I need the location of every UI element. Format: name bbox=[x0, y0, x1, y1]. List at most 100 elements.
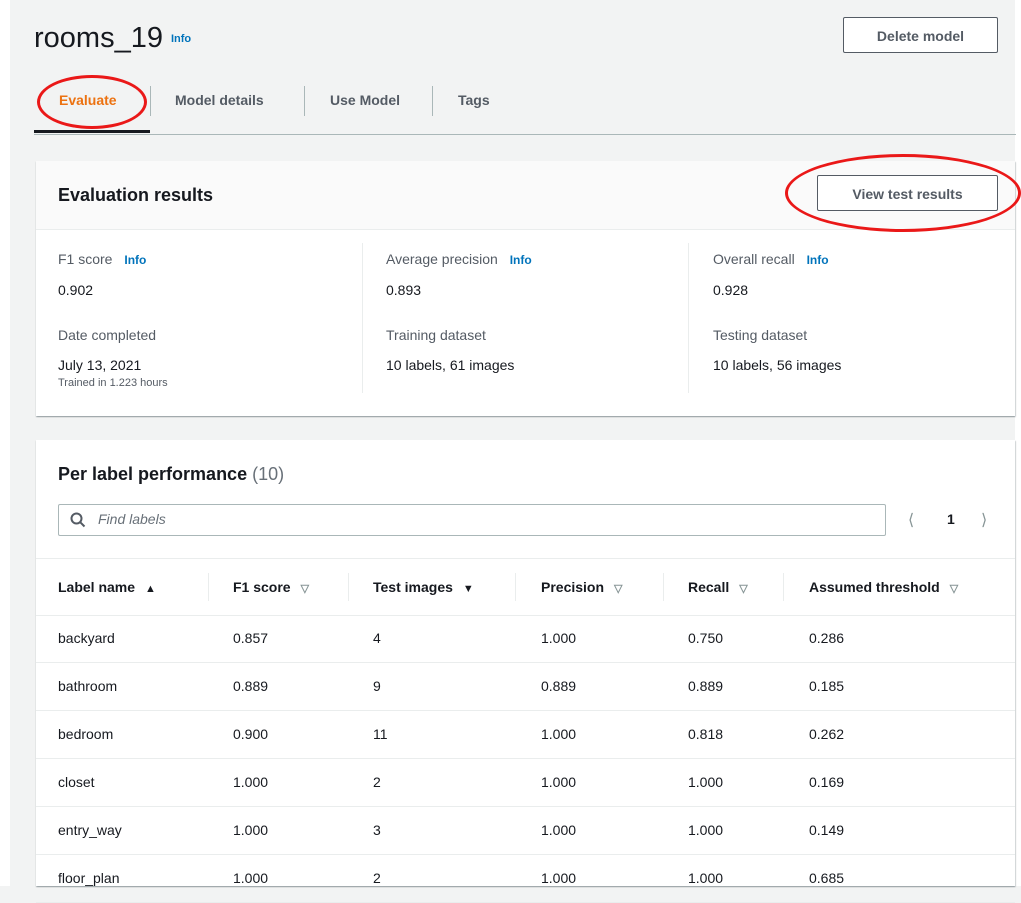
tab-divider bbox=[432, 86, 433, 116]
column-divider bbox=[688, 243, 689, 393]
overall-recall-label: Overall recall Info bbox=[713, 251, 829, 267]
cell-assumed-threshold: 0.286 bbox=[809, 630, 845, 646]
previous-page-icon[interactable]: ⟨ bbox=[908, 510, 914, 530]
sort-descending-icon: ▼ bbox=[462, 583, 474, 595]
column-divider bbox=[783, 573, 784, 601]
tab-bar: Evaluate Model details Use Model Tags bbox=[34, 80, 1016, 135]
table-row: closet 1.000 2 1.000 1.000 0.169 bbox=[36, 759, 1015, 807]
cell-precision: 1.000 bbox=[541, 630, 577, 646]
per-label-performance-title: Per label performance (10) bbox=[58, 464, 284, 485]
tab-evaluate[interactable]: Evaluate bbox=[59, 80, 117, 124]
cell-f1-score: 0.900 bbox=[233, 726, 269, 742]
column-label-name[interactable]: Label name ▲ bbox=[58, 579, 156, 595]
testing-dataset-value: 10 labels, 56 images bbox=[713, 357, 842, 373]
cell-assumed-threshold: 0.149 bbox=[809, 822, 845, 838]
cell-test-images: 4 bbox=[373, 630, 381, 646]
average-precision-info-link[interactable]: Info bbox=[510, 253, 532, 267]
sort-icon: ▽ bbox=[300, 583, 310, 595]
testing-dataset-label: Testing dataset bbox=[713, 327, 808, 343]
column-label-name-text: Label name bbox=[58, 579, 136, 595]
find-labels-search[interactable]: Find labels bbox=[58, 504, 886, 536]
table-row: bedroom 0.900 11 1.000 0.818 0.262 bbox=[36, 711, 1015, 759]
average-precision-label-text: Average precision bbox=[386, 251, 498, 267]
column-precision[interactable]: Precision ▽ bbox=[541, 579, 623, 595]
tab-tags[interactable]: Tags bbox=[458, 80, 490, 124]
column-recall[interactable]: Recall ▽ bbox=[688, 579, 748, 595]
cell-precision: 0.889 bbox=[541, 678, 577, 694]
cell-precision: 1.000 bbox=[541, 822, 577, 838]
overall-recall-value: 0.928 bbox=[713, 282, 749, 298]
column-precision-text: Precision bbox=[541, 579, 605, 595]
column-test-images-text: Test images bbox=[373, 579, 453, 595]
cell-label-name: closet bbox=[58, 774, 95, 790]
cell-test-images: 2 bbox=[373, 774, 381, 790]
evaluation-results-title: Evaluation results bbox=[58, 185, 214, 205]
cell-f1-score: 0.889 bbox=[233, 678, 269, 694]
column-divider bbox=[348, 573, 349, 601]
cell-f1-score: 0.857 bbox=[233, 630, 269, 646]
cell-f1-score: 1.000 bbox=[233, 870, 269, 886]
view-test-results-button[interactable]: View test results bbox=[817, 175, 998, 211]
cell-recall: 1.000 bbox=[688, 822, 724, 838]
page-title: rooms_19 Info bbox=[34, 22, 191, 55]
cell-f1-score: 1.000 bbox=[233, 774, 269, 790]
f1-score-value: 0.902 bbox=[58, 282, 94, 298]
table-row: floor_plan 1.000 2 1.000 1.000 0.685 bbox=[36, 855, 1015, 903]
column-divider bbox=[515, 573, 516, 601]
search-placeholder: Find labels bbox=[98, 511, 166, 527]
table-row: backyard 0.857 4 1.000 0.750 0.286 bbox=[36, 615, 1015, 663]
cell-test-images: 11 bbox=[373, 726, 388, 742]
tab-divider bbox=[150, 86, 151, 116]
cell-precision: 1.000 bbox=[541, 870, 577, 886]
cell-recall: 1.000 bbox=[688, 870, 724, 886]
cell-test-images: 2 bbox=[373, 870, 381, 886]
date-completed-value: July 13, 2021 bbox=[58, 357, 142, 373]
cell-recall: 0.889 bbox=[688, 678, 724, 694]
tab-model-details[interactable]: Model details bbox=[175, 80, 264, 124]
f1-score-info-link[interactable]: Info bbox=[124, 253, 146, 267]
cell-label-name: floor_plan bbox=[58, 870, 120, 886]
cell-recall: 1.000 bbox=[688, 774, 724, 790]
column-assumed-threshold[interactable]: Assumed threshold ▽ bbox=[809, 579, 958, 595]
training-dataset-value: 10 labels, 61 images bbox=[386, 357, 515, 373]
column-f1-score[interactable]: F1 score ▽ bbox=[233, 579, 309, 595]
training-duration: Trained in 1.223 hours bbox=[58, 377, 168, 389]
column-divider bbox=[362, 243, 363, 393]
cell-test-images: 9 bbox=[373, 678, 381, 694]
cell-label-name: bathroom bbox=[58, 678, 118, 694]
title-info-link[interactable]: Info bbox=[171, 33, 191, 45]
cell-assumed-threshold: 0.685 bbox=[809, 870, 845, 886]
sort-icon: ▽ bbox=[739, 583, 748, 595]
cell-precision: 1.000 bbox=[541, 726, 577, 742]
column-f1-score-text: F1 score bbox=[233, 579, 291, 595]
column-recall-text: Recall bbox=[688, 579, 730, 595]
label-count: (10) bbox=[252, 464, 285, 484]
delete-model-button[interactable]: Delete model bbox=[843, 17, 998, 53]
cell-recall: 0.750 bbox=[688, 630, 724, 646]
date-completed-label: Date completed bbox=[58, 327, 157, 343]
f1-score-label-text: F1 score bbox=[58, 251, 113, 267]
evaluation-results-card: Evaluation results View test results F1 … bbox=[36, 161, 1015, 416]
cell-label-name: bedroom bbox=[58, 726, 114, 742]
table-row: entry_way 1.000 3 1.000 1.000 0.149 bbox=[36, 807, 1015, 855]
cell-assumed-threshold: 0.185 bbox=[809, 678, 845, 694]
left-margin bbox=[0, 0, 10, 886]
average-precision-value: 0.893 bbox=[386, 282, 422, 298]
sort-icon: ▽ bbox=[614, 583, 623, 595]
table-row: bathroom 0.889 9 0.889 0.889 0.185 bbox=[36, 663, 1015, 711]
current-page-number[interactable]: 1 bbox=[947, 511, 955, 527]
next-page-icon[interactable]: ⟩ bbox=[981, 510, 987, 530]
tab-use-model[interactable]: Use Model bbox=[330, 80, 400, 124]
cell-label-name: entry_way bbox=[58, 822, 122, 838]
column-test-images[interactable]: Test images ▼ bbox=[373, 579, 474, 595]
cell-test-images: 3 bbox=[373, 822, 381, 838]
cell-assumed-threshold: 0.262 bbox=[809, 726, 845, 742]
average-precision-label: Average precision Info bbox=[386, 251, 532, 267]
overall-recall-label-text: Overall recall bbox=[713, 251, 795, 267]
cell-precision: 1.000 bbox=[541, 774, 577, 790]
cell-assumed-threshold: 0.169 bbox=[809, 774, 845, 790]
sort-icon: ▽ bbox=[949, 583, 959, 595]
per-label-performance-card: Per label performance (10) Find labels ⟨… bbox=[36, 440, 1015, 903]
overall-recall-info-link[interactable]: Info bbox=[807, 253, 829, 267]
evaluation-results-header: Evaluation results View test results bbox=[36, 161, 1015, 230]
